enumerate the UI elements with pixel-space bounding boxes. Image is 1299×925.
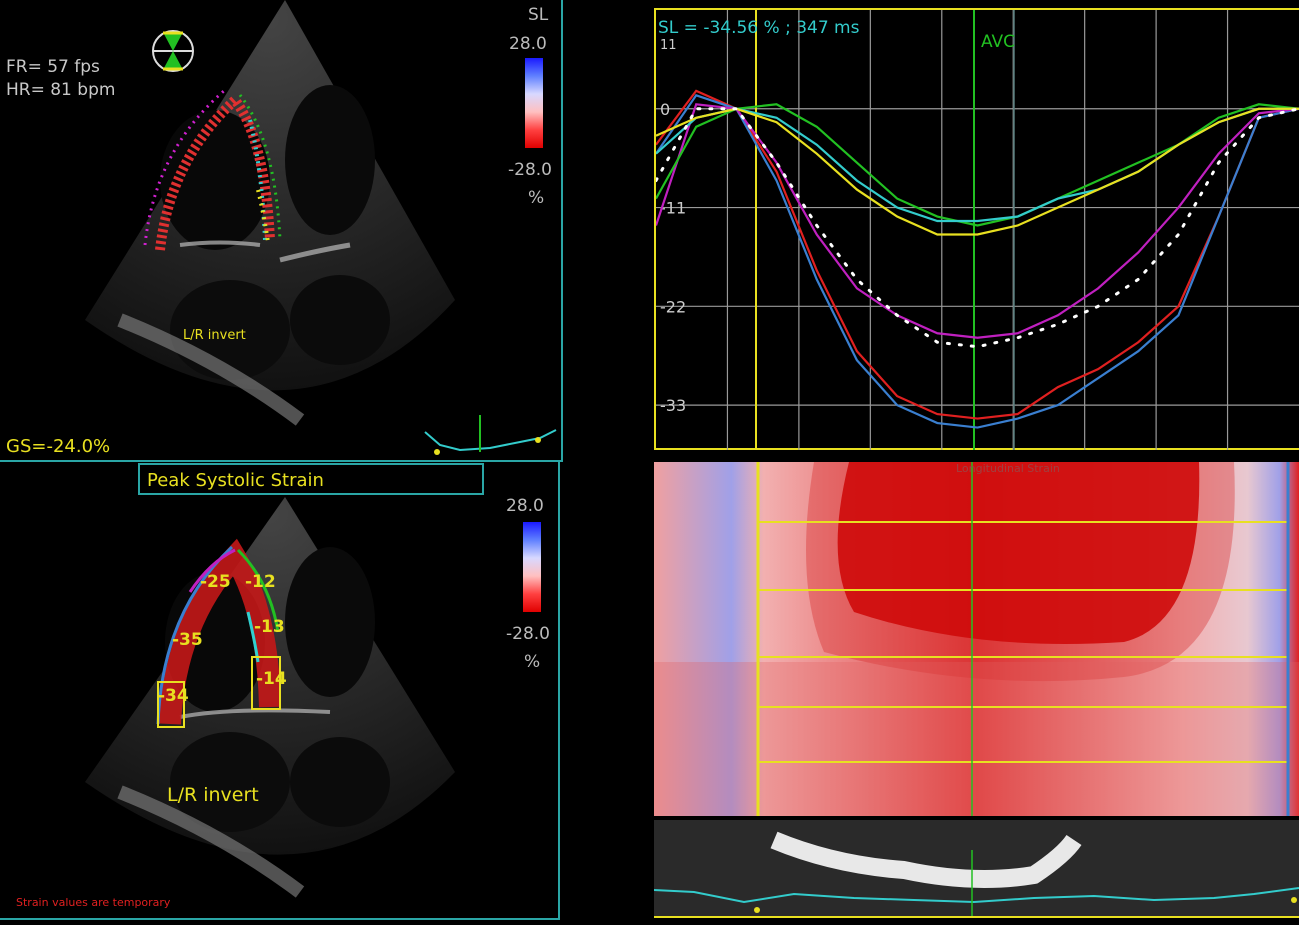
segment-value-basal-septal: -34: [158, 686, 189, 706]
y-tick-label: 0: [660, 100, 670, 119]
peak-systolic-strain-button[interactable]: Peak Systolic Strain: [138, 463, 484, 495]
scale-unit: %: [524, 652, 541, 672]
strain-curve-segment-2: [656, 93, 1299, 429]
top-echo-panel[interactable]: FR= 57 fps HR= 81 bpm SL 28.0 -28.0 % L/…: [0, 0, 563, 462]
scale-min: -28.0: [506, 624, 550, 644]
y-tick-label: -22: [660, 297, 686, 316]
strain-curve-segment-7: [656, 107, 1299, 349]
global-strain-text: GS=-24.0%: [6, 436, 111, 457]
scale-min: -28.0: [508, 160, 552, 180]
bottom-echo-panel[interactable]: Peak Systolic Strain 28.0 -28.0 % -25 -1…: [0, 460, 560, 920]
strain-color-scale: [523, 522, 541, 612]
strain-color-scale: [525, 58, 543, 148]
mmode-strip-image: [654, 820, 1299, 916]
anatomical-mmode-strip[interactable]: [654, 820, 1299, 918]
probe-orientation-icon: [152, 30, 194, 72]
top-tick-label: 11: [660, 38, 677, 53]
orientation-label: L/R invert: [167, 784, 259, 806]
orientation-label: L/R invert: [183, 328, 246, 343]
segment-value-mid-lateral: -13: [254, 617, 285, 637]
y-tick-label: -33: [660, 396, 686, 415]
segment-value-mid-septal: -35: [172, 630, 203, 650]
scale-max: 28.0: [509, 34, 547, 54]
segment-value-basal-lateral: -14: [256, 669, 287, 689]
scale-label: SL: [528, 5, 549, 25]
scale-unit: %: [528, 188, 545, 208]
segment-value-apical-lateral: -12: [245, 572, 276, 592]
strain-mmode-panel[interactable]: Longitudinal Strain: [654, 462, 1299, 816]
strain-readout: SL = -34.56 % ; 347 ms: [658, 18, 860, 38]
strain-curve-segment-5: [656, 107, 1299, 223]
segment-value-apical-septal: -25: [200, 572, 231, 592]
heart-rate-text: HR= 81 bpm: [6, 80, 116, 100]
frame-rate-text: FR= 57 fps: [6, 57, 100, 77]
peak-systolic-strain-label: Peak Systolic Strain: [147, 470, 324, 491]
scale-max: 28.0: [506, 496, 544, 516]
strain-curve-panel[interactable]: 0 -11 -22 -33 SL = -34.56 % ; 347 ms 11 AVC: [654, 8, 1299, 450]
strain-mmode-map: [654, 462, 1299, 816]
strain-curve-chart: 0-11-22-33: [656, 10, 1299, 450]
echo-sector-image-segmented: [85, 497, 455, 898]
mmode-title: Longitudinal Strain: [956, 462, 1060, 475]
avc-marker-label: AVC: [981, 32, 1016, 52]
temporary-values-warning: Strain values are temporary: [16, 896, 171, 909]
